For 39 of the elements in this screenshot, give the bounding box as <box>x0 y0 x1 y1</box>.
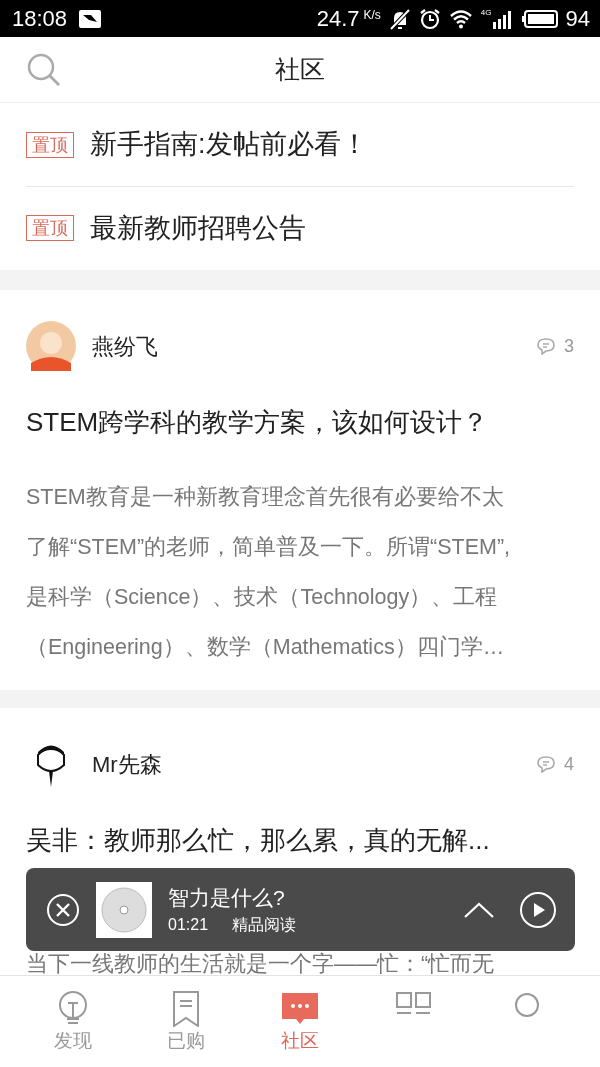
pinned-post[interactable]: 置顶 新手指南:发帖前必看！ <box>26 103 574 186</box>
alarm-icon <box>418 7 441 30</box>
pinned-post[interactable]: 置顶 最新教师招聘公告 <box>26 186 574 269</box>
wifi-icon <box>448 8 473 29</box>
page-title: 社区 <box>275 53 325 85</box>
speed-text: 24.7 <box>316 5 360 33</box>
battery-level-text: 94 <box>565 5 590 33</box>
pinned-tag: 置顶 <box>26 131 74 158</box>
pinned-tag: 置顶 <box>26 215 74 241</box>
post-title[interactable]: 吴非：教师那么忙，那么累，真的无解... <box>26 820 574 860</box>
network-label: 4G <box>480 7 492 19</box>
cover-thumbnail <box>96 881 152 938</box>
clock-time: 18:08 <box>12 5 68 33</box>
excerpt-line: 了解“STEM”的老师，简单普及一下。所谓“STEM”, <box>26 534 512 561</box>
excerpt-line: 是科学（Science）、技术（Technology）、工程 <box>26 584 499 611</box>
comment-icon <box>536 337 556 355</box>
author-name: 燕纷飞 <box>92 332 158 361</box>
track-time: 01:21 <box>168 915 209 936</box>
close-icon[interactable] <box>46 892 80 927</box>
chevron-up-icon[interactable] <box>463 900 495 919</box>
comment-count: 4 <box>564 752 574 776</box>
excerpt-line: STEM教育是一种新教育理念首先很有必要给不太 <box>26 484 505 511</box>
track-title: 智力是什么? <box>168 884 286 911</box>
comment-icon <box>536 755 556 773</box>
avatar-icon <box>26 321 76 371</box>
mute-bell-icon <box>388 7 411 30</box>
post-title: 新手指南:发帖前必看！ <box>90 128 368 162</box>
speed-unit: K/s <box>363 7 381 24</box>
excerpt-line: （Engineering）、数学（Mathematics）四门学… <box>26 634 506 661</box>
author-name: Mr先森 <box>92 750 162 779</box>
post-title[interactable]: STEM跨学科的教学方案，该如何设计？ <box>26 402 574 442</box>
track-category: 精品阅读 <box>232 915 297 936</box>
play-icon[interactable] <box>519 890 557 929</box>
signal-icon <box>491 8 514 29</box>
post-title: 最新教师招聘公告 <box>90 211 306 245</box>
image-icon <box>79 9 102 28</box>
comment-count: 3 <box>564 334 574 358</box>
battery-icon <box>521 9 558 28</box>
excerpt-line: 当下一线教师的生活就是一个字——忙：“忙而无 <box>26 953 496 975</box>
